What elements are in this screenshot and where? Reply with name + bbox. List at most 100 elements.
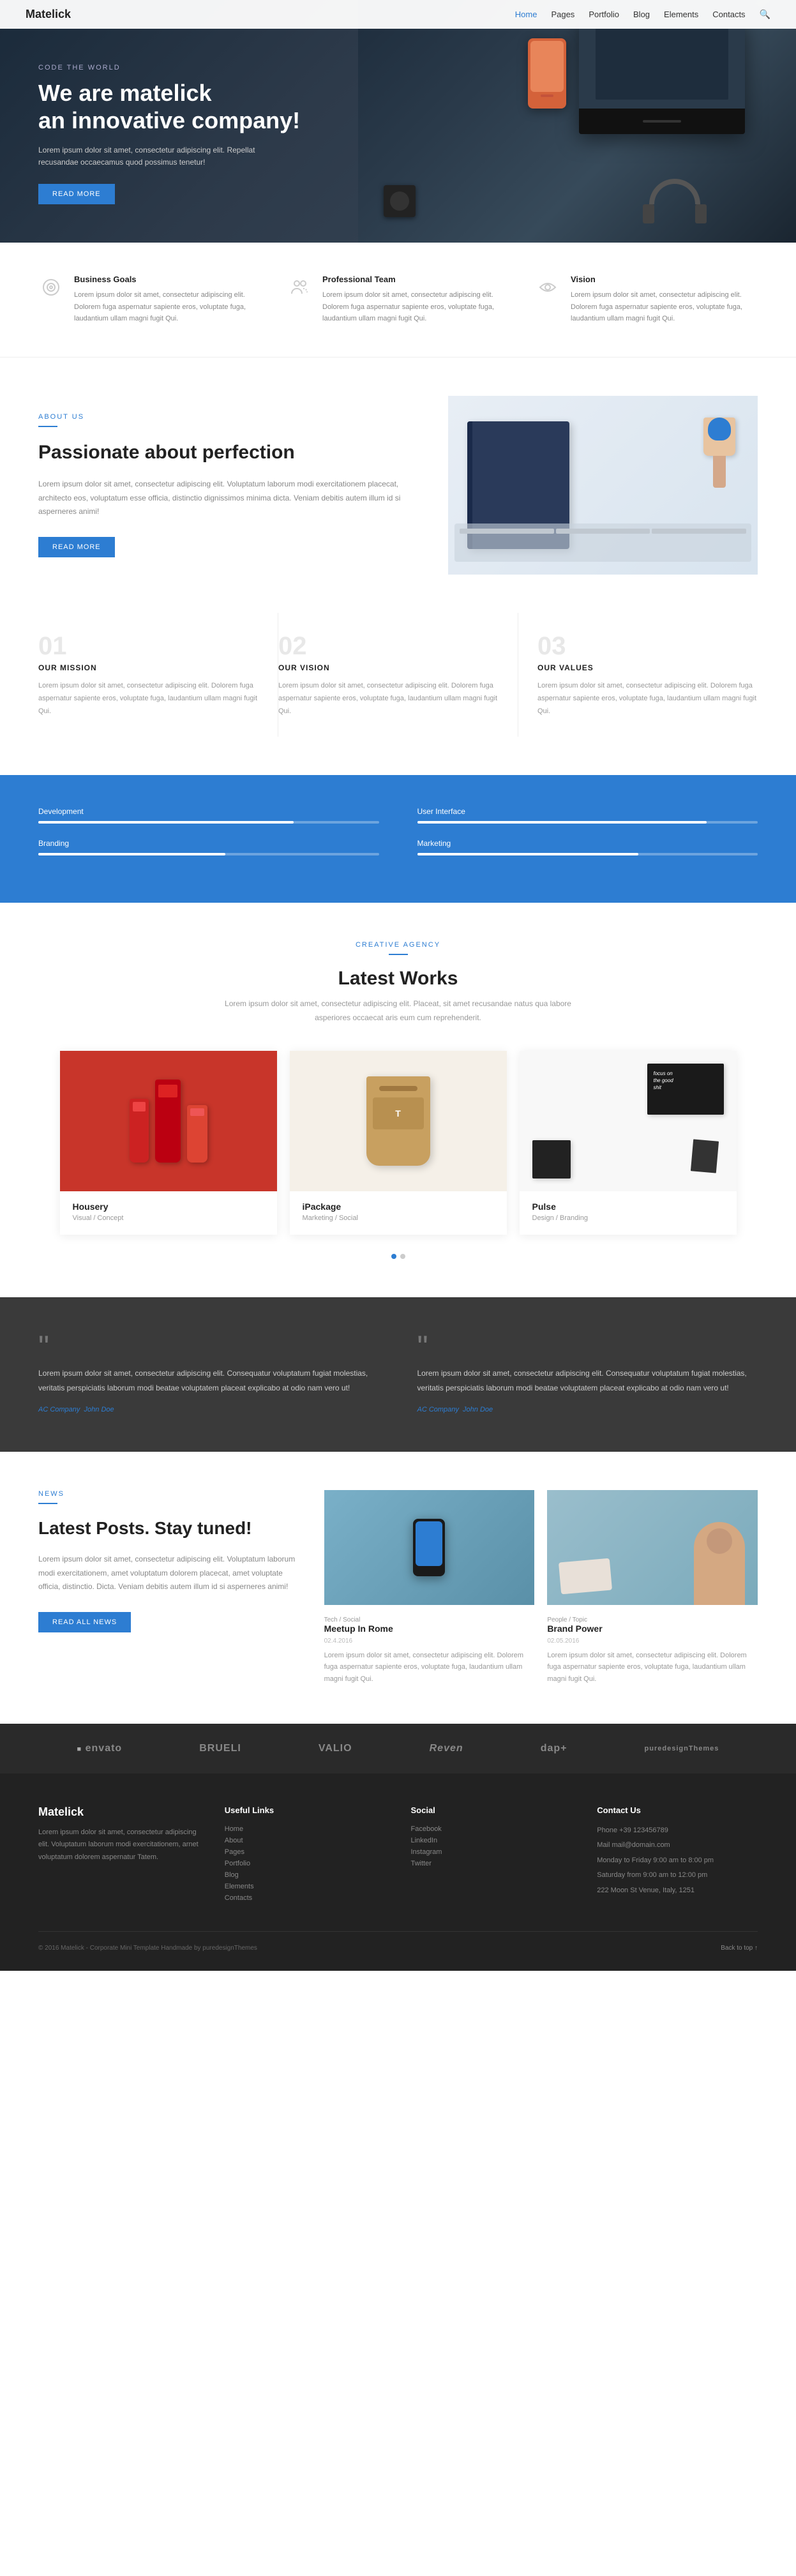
skill-ui-label: User Interface — [417, 807, 465, 816]
footer-hours1: Monday to Friday 9:00 am to 8:00 pm — [597, 1855, 758, 1867]
back-to-top-button[interactable]: Back to top ↑ — [721, 1945, 758, 1952]
footer-hours2: Saturday from 9:00 am to 12:00 pm — [597, 1870, 758, 1881]
news-card-2[interactable]: People / Topic Brand Power 02.05.2016 Lo… — [547, 1490, 758, 1685]
news-card-2-date: 02.05.2016 — [547, 1638, 758, 1645]
footer-linkedin[interactable]: LinkedIn — [411, 1837, 572, 1844]
skill-development-label: Development — [38, 807, 84, 816]
news-card-1-img — [324, 1490, 535, 1605]
news-left-col: NEWS Latest Posts. Stay tuned! Lorem ips… — [38, 1490, 299, 1685]
search-icon[interactable]: 🔍 — [760, 9, 770, 20]
footer-twitter[interactable]: Twitter — [411, 1860, 572, 1867]
nav-logo[interactable]: Matelick — [26, 8, 71, 21]
nav-links: Home Pages Portfolio Blog Elements Conta… — [515, 9, 770, 20]
testimonial-2-quote-icon: " — [417, 1336, 758, 1360]
news-right-col: Tech / Social Meetup In Rome 02.4.2016 L… — [324, 1490, 758, 1685]
nav-pages[interactable]: Pages — [551, 10, 574, 19]
skill-ui: User Interface — [417, 807, 758, 824]
footer-link-blog[interactable]: Blog — [225, 1871, 386, 1879]
mission-num-3: 03 — [537, 632, 758, 661]
brand-puredesign: puredesignThemes — [645, 1745, 719, 1752]
footer-link-contacts[interactable]: Contacts — [225, 1894, 386, 1902]
portfolio-card-2[interactable]: T iPackage Marketing / Social — [290, 1051, 507, 1235]
footer-link-elements[interactable]: Elements — [225, 1883, 386, 1890]
footer-bottom: © 2016 Matelick - Corporate Mini Templat… — [38, 1931, 758, 1952]
brand-brueli: BRUELI — [199, 1743, 241, 1754]
feature-1-title: Business Goals — [74, 275, 261, 284]
portfolio-card-3[interactable]: focus onthe goodshit Pulse Design / Bran… — [520, 1051, 737, 1235]
portfolio-card-1[interactable]: Housery Visual / Concept — [60, 1051, 277, 1235]
brand-dap: dap+ — [541, 1743, 567, 1754]
hero-description: Lorem ipsum dolor sit amet, consectetur … — [38, 144, 268, 169]
mission-title-3: OUR VALUES — [537, 663, 758, 672]
skill-branding-fill — [38, 853, 225, 855]
mission-num-1: 01 — [38, 632, 259, 661]
about-rule — [38, 426, 57, 427]
professional-team-icon — [287, 275, 312, 300]
portfolio-rule — [389, 954, 408, 955]
mission-title-1: OUR MISSION — [38, 663, 259, 672]
news-label: NEWS — [38, 1490, 299, 1498]
footer-instagram[interactable]: Instagram — [411, 1848, 572, 1856]
footer: Matelick Lorem ipsum dolor sit amet, con… — [0, 1774, 796, 1971]
hero-section: CODE THE WORLD We are matelickan innovat… — [0, 0, 796, 243]
nav-portfolio[interactable]: Portfolio — [589, 10, 619, 19]
footer-col-social: Social Facebook LinkedIn Instagram Twitt… — [411, 1805, 572, 1906]
footer-useful-links-heading: Useful Links — [225, 1805, 386, 1815]
skills-col-right: User Interface Marketing — [417, 807, 758, 871]
feature-3-text: Lorem ipsum dolor sit amet, consectetur … — [571, 289, 758, 325]
footer-phone: Phone +39 123456789 — [597, 1825, 758, 1837]
nav-home[interactable]: Home — [515, 10, 537, 19]
news-title: Latest Posts. Stay tuned! — [38, 1517, 299, 1540]
testimonials-section: " Lorem ipsum dolor sit amet, consectetu… — [0, 1297, 796, 1452]
portfolio-label: CREATIVE AGENCY — [38, 941, 758, 949]
feature-item-3: Vision Lorem ipsum dolor sit amet, conse… — [535, 275, 758, 325]
skill-marketing: Marketing — [417, 839, 758, 855]
portfolio-grid: Housery Visual / Concept T — [38, 1051, 758, 1235]
mission-title-2: OUR VISION — [278, 663, 499, 672]
portfolio-title: Latest Works — [38, 968, 758, 990]
about-image-placeholder — [448, 396, 758, 575]
portfolio-card-3-sub: Design / Branding — [532, 1214, 724, 1222]
about-section: ABOUT US Passionate about perfection Lor… — [0, 358, 796, 613]
skill-branding-label: Branding — [38, 839, 69, 848]
footer-contact-heading: Contact Us — [597, 1805, 758, 1815]
news-card-1-date: 02.4.2016 — [324, 1638, 535, 1645]
footer-link-about[interactable]: About — [225, 1837, 386, 1844]
skill-marketing-bg — [417, 853, 758, 855]
news-card-2-title: Brand Power — [547, 1623, 758, 1634]
hero-cta-button[interactable]: READ MORE — [38, 184, 115, 204]
portfolio-card-3-body: Pulse Design / Branding — [520, 1191, 737, 1235]
skill-ui-fill — [417, 821, 707, 824]
nav-blog[interactable]: Blog — [633, 10, 650, 19]
brands-section: ■ envato BRUELI VALIO Reven dap+ puredes… — [0, 1724, 796, 1774]
skill-branding-bg — [38, 853, 379, 855]
testimonial-1-company: AC Company — [38, 1406, 80, 1413]
read-all-news-button[interactable]: READ ALL NEWS — [38, 1612, 131, 1632]
footer-link-pages[interactable]: Pages — [225, 1848, 386, 1856]
testimonial-1-text: Lorem ipsum dolor sit amet, consectetur … — [38, 1366, 379, 1396]
footer-link-home[interactable]: Home — [225, 1825, 386, 1833]
mission-text-1: Lorem ipsum dolor sit amet, consectetur … — [38, 680, 259, 718]
feature-item-2: Professional Team Lorem ipsum dolor sit … — [287, 275, 509, 325]
news-card-2-category: People / Topic — [547, 1614, 758, 1623]
mission-item-1: 01 OUR MISSION Lorem ipsum dolor sit ame… — [38, 613, 278, 737]
footer-link-portfolio[interactable]: Portfolio — [225, 1860, 386, 1867]
news-card-1-category: Tech / Social — [324, 1614, 535, 1623]
pagination-dot-2[interactable] — [400, 1254, 405, 1259]
news-card-1[interactable]: Tech / Social Meetup In Rome 02.4.2016 L… — [324, 1490, 535, 1685]
pagination-dot-1[interactable] — [391, 1254, 396, 1259]
about-cta-button[interactable]: READ MORE — [38, 537, 115, 557]
testimonial-1-name: John Doe — [84, 1406, 114, 1413]
skill-ui-bg — [417, 821, 758, 824]
nav-elements[interactable]: Elements — [664, 10, 698, 19]
portfolio-card-2-title: iPackage — [303, 1201, 494, 1212]
footer-top: Matelick Lorem ipsum dolor sit amet, con… — [38, 1805, 758, 1906]
portfolio-card-2-img: T — [290, 1051, 507, 1191]
main-nav: Matelick Home Pages Portfolio Blog Eleme… — [0, 0, 796, 29]
nav-contacts[interactable]: Contacts — [712, 10, 745, 19]
news-card-2-text: Lorem ipsum dolor sit amet, consectetur … — [547, 1650, 758, 1685]
portfolio-card-1-title: Housery — [73, 1201, 264, 1212]
mission-item-3: 03 OUR VALUES Lorem ipsum dolor sit amet… — [518, 613, 758, 737]
brand-valio: VALIO — [319, 1743, 352, 1754]
footer-facebook[interactable]: Facebook — [411, 1825, 572, 1833]
